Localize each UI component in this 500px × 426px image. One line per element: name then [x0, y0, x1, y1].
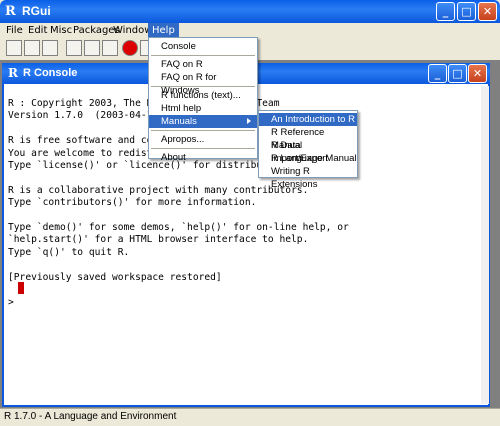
refresh-icon[interactable]: [102, 40, 118, 56]
r-console-icon: R: [8, 66, 18, 80]
help-menu-item[interactable]: About: [149, 151, 257, 164]
status-text: R 1.7.0 - A Language and Environment: [4, 411, 177, 422]
status-bar: R 1.7.0 - A Language and Environment: [0, 408, 500, 426]
help-menu: Console FAQ on R FAQ on R for Windows R fun…: [148, 37, 258, 163]
console-maximize-button[interactable]: □: [448, 64, 467, 83]
stop-icon[interactable]: [122, 40, 138, 56]
manual-item[interactable]: Writing R Extensions: [259, 165, 357, 190]
console-line: >: [8, 296, 14, 308]
help-menu-item[interactable]: Manuals: [149, 115, 257, 128]
manual-item[interactable]: R Reference Manual: [259, 126, 357, 151]
save-icon[interactable]: [42, 40, 58, 56]
console-minimize-button[interactable]: _: [428, 64, 447, 83]
load-workspace-icon[interactable]: [24, 40, 40, 56]
paste-icon[interactable]: [84, 40, 100, 56]
menu-separator: [151, 148, 255, 149]
console-line: [Previously saved workspace restored]: [8, 271, 222, 283]
console-line: Type `contributors()' for more informati…: [8, 197, 257, 209]
console-scrollbar[interactable]: [481, 86, 489, 404]
menu-help[interactable]: Help: [148, 23, 179, 38]
input-cursor: [18, 282, 24, 294]
app-title: RGui: [22, 4, 51, 18]
help-menu-item[interactable]: Apropos...: [149, 133, 257, 146]
manuals-submenu: An Introduction to RR Reference Manual R …: [258, 110, 358, 190]
help-menu-item[interactable]: Console: [149, 40, 257, 53]
console-line: `help.start()' for a HTML browser interf…: [8, 234, 309, 246]
help-menu-item[interactable]: FAQ on R: [149, 58, 257, 71]
minimize-button[interactable]: _: [436, 2, 455, 21]
menu-separator: [151, 86, 255, 87]
manual-item[interactable]: An Introduction to R: [259, 113, 357, 126]
menu-bar: File Edit Misc Packages Windows Help: [0, 23, 500, 38]
copy-icon[interactable]: [66, 40, 82, 56]
console-line: Type `q()' to quit R.: [8, 246, 130, 258]
close-button[interactable]: ✕: [478, 2, 497, 21]
console-line: Type `demo()' for some demos, `help()' f…: [8, 222, 349, 234]
app-title-bar[interactable]: R RGui _ □ ✕: [0, 0, 500, 23]
menu-separator: [151, 55, 255, 56]
help-menu-item[interactable]: FAQ on R for Windows: [149, 71, 257, 96]
menu-separator: [151, 130, 255, 131]
manual-item[interactable]: R Data Import/Export: [259, 139, 357, 164]
console-close-button[interactable]: ✕: [468, 64, 487, 83]
r-logo-icon: R: [5, 4, 16, 19]
maximize-button[interactable]: □: [457, 2, 476, 21]
help-menu-item[interactable]: R functions (text)...: [149, 89, 257, 102]
submenu-arrow-icon: [247, 118, 251, 124]
manual-item[interactable]: R Language Manual: [259, 152, 357, 165]
help-menu-item[interactable]: Html help: [149, 102, 257, 115]
open-icon[interactable]: [6, 40, 22, 56]
console-title: R Console: [23, 67, 78, 79]
